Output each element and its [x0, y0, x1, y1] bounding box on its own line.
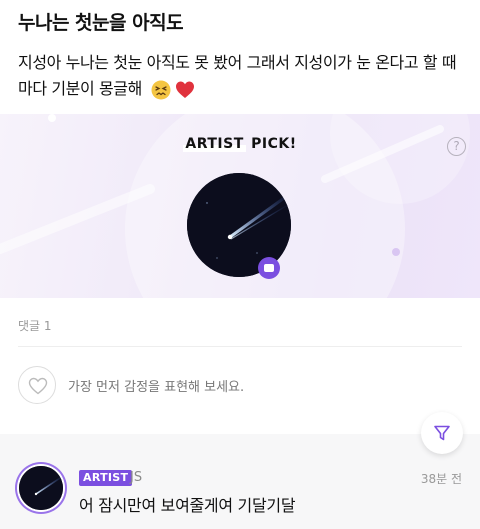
- help-icon[interactable]: ?: [447, 137, 466, 156]
- heart-outline-icon: [28, 377, 48, 395]
- reaction-prompt-text: 가장 먼저 감정을 표현해 보세요.: [68, 380, 245, 395]
- comment-text: 어 잠시만여 보여줄게여 기달기달: [79, 496, 296, 515]
- artist-pick-banner: ARTIST PICK! ?: [0, 114, 480, 298]
- confounded-face-emoji: [151, 80, 171, 99]
- artist-badge: ARTIST: [79, 470, 133, 486]
- post-body-text: 지성아 누나는 첫눈 아직도 못 봤어 그래서 지성이가 눈 온다고 할 때마다…: [18, 53, 457, 98]
- artist-pick-label-rest: PICK!: [245, 136, 297, 152]
- comment-avatar[interactable]: [15, 462, 67, 514]
- artist-pick-label: ARTIST PICK!: [0, 136, 480, 152]
- filter-button[interactable]: [421, 412, 463, 454]
- comment-author[interactable]: JS: [130, 470, 142, 485]
- divider: [18, 346, 462, 347]
- post-body: 지성아 누나는 첫눈 아직도 못 봤어 그래서 지성이가 눈 온다고 할 때마다…: [18, 50, 468, 102]
- heart-reaction-button[interactable]: [18, 366, 56, 404]
- post-title: 누나는 첫눈을 아직도: [18, 12, 184, 34]
- red-heart-emoji: [175, 81, 194, 98]
- filter-icon: [434, 425, 450, 441]
- artist-pick-label-highlight: ARTIST: [183, 136, 246, 152]
- message-badge-icon: [258, 257, 280, 279]
- post-emojis: [151, 80, 195, 100]
- comment-count: 댓글 1: [18, 319, 52, 333]
- reaction-prompt[interactable]: 가장 먼저 감정을 표현해 보세요.: [18, 364, 462, 406]
- comment-avatar-image: [19, 466, 63, 510]
- comment-timestamp: 38분 전: [420, 472, 462, 486]
- comment-avatar-frame: [17, 464, 65, 512]
- shooting-star-thumbnail: [19, 466, 63, 510]
